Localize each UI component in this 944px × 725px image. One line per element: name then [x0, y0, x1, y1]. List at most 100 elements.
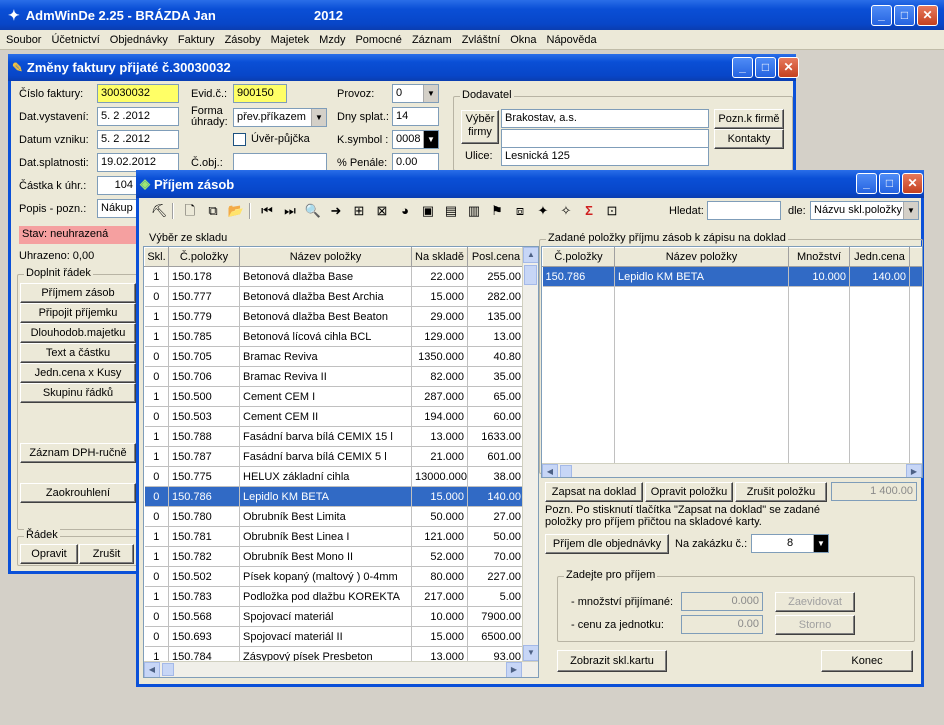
receipt-col-header[interactable]: Název položky — [614, 247, 789, 267]
storno-button[interactable]: Storno — [775, 615, 855, 635]
opravit-polozku-button[interactable]: Opravit položku — [645, 482, 733, 502]
open-icon[interactable]: 📂 — [226, 200, 246, 222]
columns-icon[interactable]: ▥ — [464, 200, 484, 222]
hscroll-thumb[interactable] — [162, 663, 174, 676]
mnozstvi-field[interactable]: 0.000 — [681, 592, 763, 611]
chevron-down-icon[interactable]: ▼ — [311, 109, 326, 126]
opravit-button[interactable]: Opravit — [20, 544, 78, 564]
table-row[interactable]: 0 150.706 Bramac Reviva II 82.000 35.00 — [144, 366, 525, 387]
invoice-minimize-button[interactable]: _ — [732, 57, 753, 78]
last-icon[interactable]: ⏭ — [280, 200, 300, 222]
zaevidovat-button[interactable]: Zaevidovat — [775, 592, 855, 612]
binoculars-icon[interactable]: ⚑ — [487, 200, 507, 222]
scroll-left-icon[interactable]: ◀ — [144, 662, 160, 677]
table-icon[interactable]: ▤ — [441, 200, 461, 222]
first-icon[interactable]: ⏮ — [257, 200, 277, 222]
popis-field[interactable]: Nákup — [97, 199, 137, 218]
chevron-down-icon[interactable]: ▼ — [903, 202, 918, 219]
firma-line2-field[interactable] — [501, 129, 709, 148]
table-row[interactable]: 150.786 Lepidlo KM BETA 10.000 140.00 — [542, 266, 922, 287]
receipt-col-header[interactable]: Jedn.cena — [849, 247, 910, 267]
calc-icon[interactable]: ⊡ — [602, 200, 622, 222]
stock-col-header[interactable]: Posl.cena — [467, 247, 525, 267]
grid-icon[interactable]: ⊠ — [372, 200, 392, 222]
menu-item-10[interactable]: Okna — [510, 34, 536, 46]
menu-item-4[interactable]: Zásoby — [225, 34, 261, 46]
print-icon[interactable]: ▣ — [418, 200, 438, 222]
scroll-thumb[interactable] — [524, 265, 537, 285]
scroll-down-icon[interactable]: ▼ — [523, 645, 538, 661]
minimize-button[interactable]: _ — [871, 5, 892, 26]
table-row[interactable]: 1 150.787 Fasádní barva bílá CEMIX 5 l 21.0… — [144, 446, 525, 467]
new-doc-icon[interactable]: 🗋 — [180, 200, 200, 222]
vystaveni-field[interactable]: 5. 2 .2012 — [97, 107, 179, 126]
table-row[interactable]: 1 150.779 Betonová dlažba Best Beaton 29.00… — [144, 306, 525, 327]
table-row[interactable]: 1 150.781 Obrubník Best Linea I 121.000 50.0… — [144, 526, 525, 547]
stock-col-header[interactable]: Název položky — [239, 247, 412, 267]
table-row[interactable]: 0 150.502 Písek kopaný (maltový ) 0-4mm 80.… — [144, 566, 525, 587]
table-row[interactable]: 1 150.785 Betonová lícová cihla BCL 129.000… — [144, 326, 525, 347]
zobrazit-karta-button[interactable]: Zobrazit skl.kartu — [557, 650, 667, 672]
stock-vscroll[interactable]: ▲ ▼ — [522, 247, 538, 661]
evid-field[interactable]: 900150 — [233, 84, 287, 103]
receipt-close-button[interactable]: ✕ — [902, 173, 923, 194]
uver-checkbox[interactable] — [233, 133, 246, 146]
invoice-close-button[interactable]: ✕ — [778, 57, 799, 78]
menu-item-9[interactable]: Zvláštní — [462, 34, 501, 46]
pozn-firme-button[interactable]: Pozn.k firmě — [714, 109, 784, 129]
menu-item-3[interactable]: Faktury — [178, 34, 215, 46]
menu-item-11[interactable]: Nápověda — [547, 34, 597, 46]
copy-icon[interactable]: ⧉ — [203, 200, 223, 222]
table-row[interactable]: 0 150.705 Bramac Reviva 1350.000 40.80 — [144, 346, 525, 367]
doplnit-button-2[interactable]: Dlouhodob.majetku — [20, 323, 136, 343]
ksymbol-combo[interactable]: 0008 ▼ — [392, 130, 439, 149]
menu-item-2[interactable]: Objednávky — [110, 34, 168, 46]
sum-icon[interactable]: Σ — [579, 200, 599, 222]
table-row[interactable]: 0 150.780 Obrubník Best Limita 50.000 27.00 — [144, 506, 525, 527]
firma-field[interactable]: Brakostav, a.s. — [501, 109, 709, 128]
table-row[interactable]: 1 150.783 Podložka pod dlažbu KOREKTA 217.0… — [144, 586, 525, 607]
table-row[interactable]: 1 150.788 Fasádní barva bílá CEMIX 15 l 13.… — [144, 426, 525, 447]
invoice-maximize-button[interactable]: □ — [755, 57, 776, 78]
table-row[interactable]: 1 150.500 Cement CEM I 287.000 65.00 — [144, 386, 525, 407]
doplnit-button-1[interactable]: Připojit příjemku — [20, 303, 136, 323]
chevron-down-icon[interactable]: ▼ — [423, 85, 438, 102]
menu-item-5[interactable]: Majetek — [271, 34, 310, 46]
menu-item-0[interactable]: Soubor — [6, 34, 41, 46]
doplnit-button-4[interactable]: Jedn.cena x Kusy — [20, 363, 136, 383]
table-row[interactable]: 0 150.775 HELUX základní cihla 13000.000 38.… — [144, 466, 525, 487]
menu-item-1[interactable]: Účetnictví — [51, 34, 99, 46]
zapsat-button[interactable]: Zapsat na doklad — [545, 482, 643, 502]
table-row[interactable]: 1 150.178 Betonová dlažba Base 22.000 255.00 — [144, 266, 525, 287]
hscroll-thumb[interactable] — [560, 465, 572, 477]
chevron-down-icon[interactable]: ▼ — [423, 131, 438, 148]
table-row[interactable]: 0 150.503 Cement CEM II 194.000 60.00 — [144, 406, 525, 427]
scroll-up-icon[interactable]: ▲ — [523, 247, 538, 263]
stock-col-header[interactable]: Č.položky — [168, 247, 240, 267]
stock-col-header[interactable]: Na skladě — [411, 247, 468, 267]
hammer-icon[interactable]: ⛏ — [149, 200, 169, 222]
zaokrouhleni-button[interactable]: Zaokrouhlení — [20, 483, 136, 503]
doplnit-button-5[interactable]: Skupinu řádků — [20, 383, 136, 403]
ulice-field[interactable]: Lesnická 125 — [501, 147, 709, 166]
table-row[interactable]: 0 150.568 Spojovací materiál 10.000 7900.00 — [144, 606, 525, 627]
menu-item-7[interactable]: Pomocné — [355, 34, 401, 46]
scroll-right-icon[interactable]: ▶ — [506, 662, 522, 677]
chevron-down-icon[interactable]: ▼ — [813, 535, 828, 552]
scroll-right-icon[interactable]: ▶ — [906, 464, 922, 477]
doplnit-button-0[interactable]: Příjmem zásob — [20, 283, 136, 303]
chart-icon[interactable]: ◕ — [395, 200, 415, 222]
windows-icon[interactable]: ⧈ — [510, 200, 530, 222]
stock-col-header[interactable]: Skl. — [144, 247, 169, 267]
receipt-col-header[interactable]: Množství — [788, 247, 850, 267]
table-row[interactable]: 0 150.786 Lepidlo KM BETA 15.000 140.00 — [144, 486, 525, 507]
splat-field[interactable]: 14 — [392, 107, 439, 126]
next-icon[interactable]: ➜ — [326, 200, 346, 222]
wand-icon[interactable]: ✦ — [533, 200, 553, 222]
stock-hscroll[interactable]: ◀ ▶ — [144, 661, 538, 677]
table-row[interactable]: 1 150.782 Obrubník Best Mono II 52.000 70.00 — [144, 546, 525, 567]
maximize-button[interactable]: □ — [894, 5, 915, 26]
vzniku-field[interactable]: 5. 2 .2012 — [97, 130, 179, 149]
receipt-col-header[interactable]: Č.položky — [542, 247, 615, 267]
hledat-input[interactable] — [707, 201, 781, 220]
